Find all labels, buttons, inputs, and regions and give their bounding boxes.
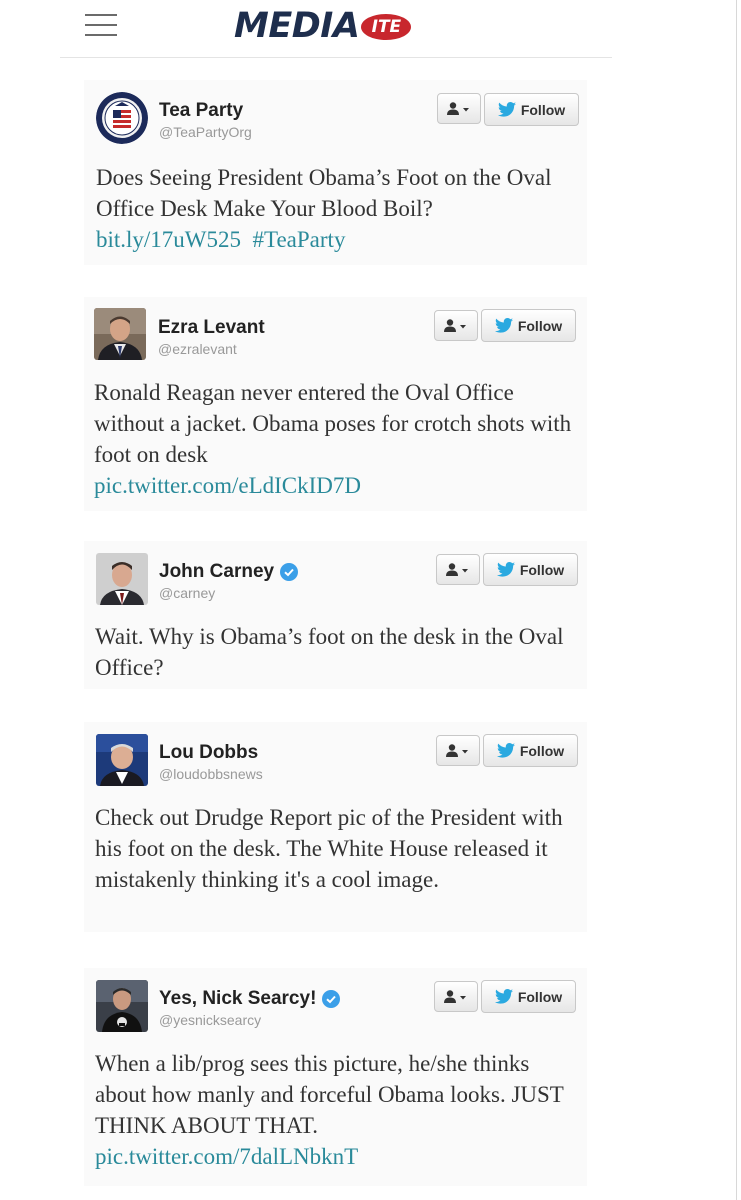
twitter-bird-icon bbox=[494, 989, 513, 1004]
author-name[interactable]: John Carney bbox=[159, 561, 299, 583]
author-name[interactable]: Ezra Levant bbox=[158, 317, 265, 339]
tweet-card: John Carney @carney Follow Wait. Why is … bbox=[84, 541, 587, 689]
tweet-body: Check out Drudge Report pic of the Presi… bbox=[95, 805, 563, 892]
tweet-text: When a lib/prog sees this picture, he/sh… bbox=[95, 1048, 580, 1172]
tweet-card: Yes, Nick Searcy! @yesnicksearcy Follow … bbox=[84, 968, 587, 1186]
person-dropdown-icon bbox=[446, 562, 468, 576]
person-dropdown-icon bbox=[446, 743, 468, 757]
author-name[interactable]: Tea Party bbox=[159, 100, 243, 122]
author-handle[interactable]: @loudobbsnews bbox=[159, 766, 263, 782]
author-name[interactable]: Yes, Nick Searcy! bbox=[159, 988, 341, 1010]
author-handle[interactable]: @yesnicksearcy bbox=[159, 1012, 261, 1028]
user-actions-button[interactable] bbox=[434, 981, 478, 1012]
twitter-bird-icon bbox=[497, 102, 516, 117]
tweet-card: Ezra Levant @ezralevant Follow Ronald Re… bbox=[84, 297, 587, 511]
author-handle[interactable]: @TeaPartyOrg bbox=[159, 124, 252, 140]
tweet-text: Ronald Reagan never entered the Oval Off… bbox=[94, 377, 579, 501]
follow-button[interactable]: Follow bbox=[483, 553, 578, 586]
follow-button[interactable]: Follow bbox=[484, 93, 579, 126]
tweet-text: Does Seeing President Obama’s Foot on th… bbox=[96, 162, 581, 255]
avatar[interactable] bbox=[96, 92, 148, 144]
tweet-link[interactable]: pic.twitter.com/eLdICkID7D bbox=[94, 473, 361, 498]
person-dropdown-icon bbox=[447, 101, 469, 115]
author-name[interactable]: Lou Dobbs bbox=[159, 742, 258, 764]
logo-badge: ITE bbox=[361, 14, 412, 40]
user-actions-button[interactable] bbox=[436, 735, 480, 766]
twitter-bird-icon bbox=[496, 743, 515, 758]
follow-label: Follow bbox=[520, 101, 566, 118]
user-actions-button[interactable] bbox=[437, 93, 481, 124]
follow-label: Follow bbox=[519, 742, 565, 759]
page-edge-divider bbox=[736, 0, 737, 1200]
person-dropdown-icon bbox=[444, 989, 466, 1003]
mediaite-logo[interactable]: MEDIA ITE bbox=[234, 6, 412, 46]
person-dropdown-icon bbox=[444, 318, 466, 332]
author-handle[interactable]: @ezralevant bbox=[158, 341, 237, 357]
hamburger-menu-icon[interactable] bbox=[85, 12, 117, 38]
avatar[interactable] bbox=[94, 308, 146, 360]
follow-label: Follow bbox=[519, 561, 565, 578]
tweet-link[interactable]: pic.twitter.com/7dalLNbknT bbox=[95, 1144, 358, 1169]
follow-button[interactable]: Follow bbox=[481, 309, 576, 342]
avatar[interactable] bbox=[96, 734, 148, 786]
verified-badge-icon bbox=[280, 563, 299, 581]
avatar[interactable] bbox=[96, 980, 148, 1032]
follow-button[interactable]: Follow bbox=[483, 734, 578, 767]
tweet-text: Wait. Why is Obama’s foot on the desk in… bbox=[95, 621, 580, 683]
follow-label: Follow bbox=[517, 988, 563, 1005]
verified-badge-icon bbox=[322, 990, 341, 1008]
user-actions-button[interactable] bbox=[436, 554, 480, 585]
twitter-bird-icon bbox=[494, 318, 513, 333]
site-header: MEDIA ITE bbox=[60, 0, 612, 58]
tweet-body: Wait. Why is Obama’s foot on the desk in… bbox=[95, 624, 564, 680]
tweet-card: Tea Party @TeaPartyOrg Follow Does Seein… bbox=[84, 80, 587, 265]
user-actions-button[interactable] bbox=[434, 310, 478, 341]
tweet-link[interactable]: bit.ly/17uW525 bbox=[96, 227, 241, 252]
avatar[interactable] bbox=[96, 553, 148, 605]
author-handle[interactable]: @carney bbox=[159, 585, 215, 601]
tweet-body: Ronald Reagan never entered the Oval Off… bbox=[94, 380, 572, 467]
follow-label: Follow bbox=[517, 317, 563, 334]
logo-wordmark: MEDIA bbox=[234, 6, 360, 46]
follow-button[interactable]: Follow bbox=[481, 980, 576, 1013]
tweet-body: When a lib/prog sees this picture, he/sh… bbox=[95, 1051, 564, 1138]
tweet-card: Lou Dobbs @loudobbsnews Follow Check out… bbox=[84, 722, 587, 932]
hashtag-link[interactable]: #TeaParty bbox=[253, 227, 346, 252]
tweet-body: Does Seeing President Obama’s Foot on th… bbox=[96, 165, 552, 221]
twitter-bird-icon bbox=[496, 562, 515, 577]
tweet-text: Check out Drudge Report pic of the Presi… bbox=[95, 802, 580, 895]
